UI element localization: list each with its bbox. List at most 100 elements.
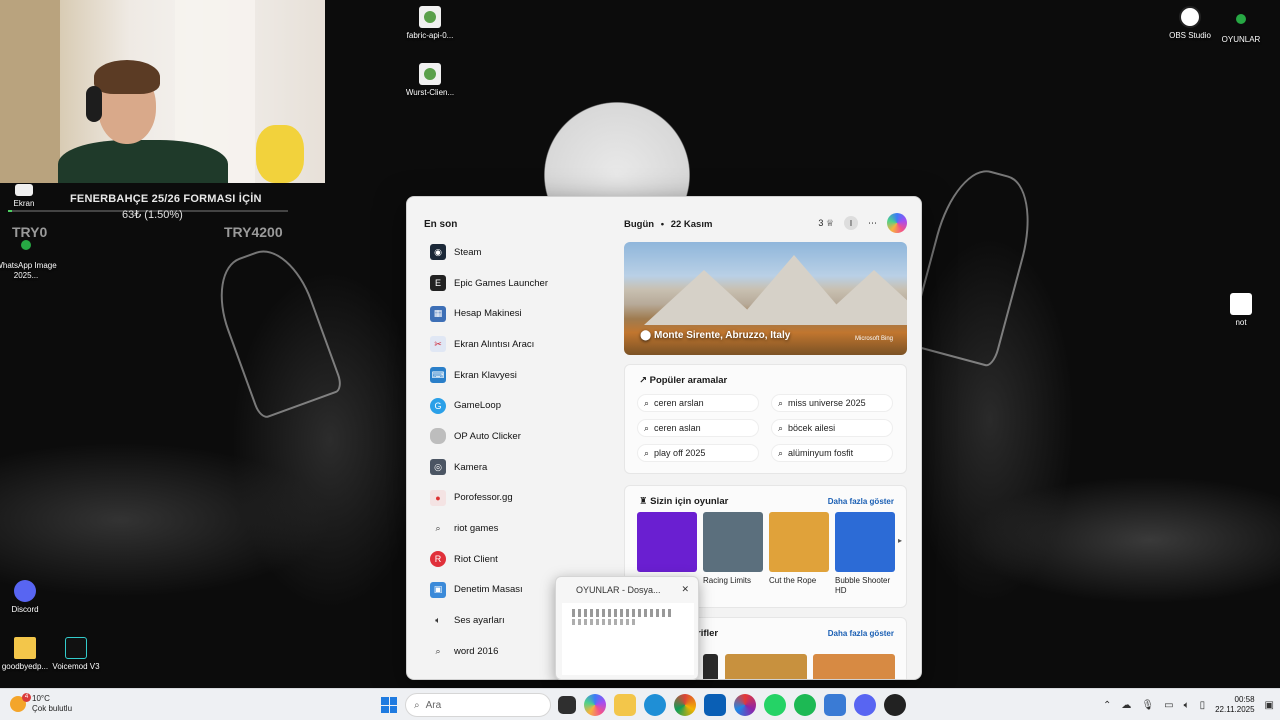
recent-app-steam[interactable]: ◉ Steam: [421, 237, 611, 268]
battery-icon[interactable]: ▯: [1200, 700, 1206, 711]
webcam-background: [0, 0, 60, 183]
recent-app-riot-client[interactable]: R Riot Client: [421, 544, 611, 575]
game-tile[interactable]: Racing Limits: [703, 512, 763, 586]
obs-icon[interactable]: [884, 694, 906, 716]
task-view-icon[interactable]: [558, 696, 576, 714]
whatsapp-icon[interactable]: [764, 694, 786, 716]
recent-app-op-auto-clicker[interactable]: OP Auto Clicker: [421, 421, 611, 452]
desktop-icon-ekran[interactable]: Ekran: [0, 184, 56, 209]
mouse-icon: [430, 428, 446, 445]
app-label: riot games: [454, 523, 499, 535]
chrome-icon[interactable]: [674, 694, 696, 716]
recent-app-camera[interactable]: ◎ Kamera: [421, 452, 611, 483]
windows-start-button[interactable]: [381, 697, 397, 713]
desktop-icon-label: Wurst-Clien...: [405, 88, 455, 97]
weather-widget[interactable]: 4 10°C Çok bulutlu: [10, 693, 72, 714]
calculator-icon: ▦: [430, 305, 446, 322]
discord-icon[interactable]: [854, 694, 876, 716]
taskbar-search-box[interactable]: ⌕ Ara: [405, 693, 551, 717]
rewards-count: 3: [818, 217, 824, 228]
recipes-more-link[interactable]: Daha fazla göster: [828, 629, 894, 638]
control-panel-icon: ▣: [430, 581, 446, 598]
bing-brand: Microsoft Bing: [855, 336, 894, 342]
game-tile[interactable]: Bubble Shooter HD: [835, 512, 895, 596]
temperature: 10°C: [32, 694, 50, 703]
donation-title: FENERBAHÇE 25/26 FORMASI İÇİN: [70, 193, 262, 205]
recent-title: En son: [424, 219, 458, 230]
popular-search-chip[interactable]: ⌕ alüminyum fosfit: [771, 444, 893, 462]
preview-content: [572, 609, 672, 617]
popular-searches-card: ↗ Popüler aramalar ⌕ ceren arslan ⌕ miss u…: [624, 364, 907, 474]
camera-icon: ◎: [430, 459, 446, 476]
popular-search-chip[interactable]: ⌕ böcek ailesi: [771, 419, 893, 437]
game-tile[interactable]: Cut the Rope: [769, 512, 829, 586]
recent-search-riot-games[interactable]: ⌕ riot games: [421, 513, 611, 544]
app-label: Porofessor.gg: [454, 492, 513, 504]
popular-search-chip[interactable]: ⌕ play off 2025: [637, 444, 759, 462]
recent-app-epic[interactable]: E Epic Games Launcher: [421, 268, 611, 299]
desktop-icon-fabric-api[interactable]: fabric-api-0...: [398, 6, 462, 41]
hero-image-card[interactable]: ⬤ Monte Sirente, Abruzzo, Italy Microsof…: [624, 242, 907, 355]
more-options-icon[interactable]: ⋯: [868, 218, 877, 229]
notification-icon[interactable]: ▣: [1265, 700, 1274, 711]
game-tile[interactable]: [637, 512, 697, 576]
games-more-link[interactable]: Daha fazla göster: [828, 497, 894, 506]
rewards-badge[interactable]: 3 ♕: [818, 218, 834, 229]
weather-icon: 4: [10, 693, 31, 712]
close-icon[interactable]: ✕: [681, 584, 689, 595]
java-icon: [419, 63, 441, 85]
recent-app-snipping[interactable]: ✂ Ekran Alıntısı Aracı: [421, 329, 611, 360]
hero-location-label: Monte Sirente, Abruzzo, Italy: [653, 330, 791, 341]
spotify-icon[interactable]: [794, 694, 816, 716]
desktop-icon-not[interactable]: not: [1209, 293, 1273, 328]
desktop-icon-whatsapp-image[interactable]: WhatsApp Image 2025...: [0, 236, 58, 281]
plush-toy: [256, 125, 304, 183]
file-explorer-icon[interactable]: [614, 694, 636, 716]
chip-label: miss universe 2025: [788, 398, 866, 408]
explorer-thumbnail-popup[interactable]: OYUNLAR - Dosya... ✕: [555, 576, 699, 680]
popular-search-chip[interactable]: ⌕ miss universe 2025: [771, 394, 893, 412]
copilot-icon[interactable]: [887, 213, 907, 233]
header-actions: 3 ♕ I ⋯: [818, 213, 907, 233]
recent-app-porofessor[interactable]: ● Porofessor.gg: [421, 483, 611, 514]
recipe-thumbnail[interactable]: [725, 654, 807, 679]
games-title: ♜ Sizin için oyunlar: [639, 496, 728, 507]
preview-content: [572, 619, 636, 625]
recent-app-calculator[interactable]: ▦ Hesap Makinesi: [421, 298, 611, 329]
today-date: 22 Kasım: [670, 219, 713, 230]
desktop-icon-oyunlar[interactable]: OYUNLAR: [1209, 10, 1273, 45]
edge-icon[interactable]: [644, 694, 666, 716]
settings-icon[interactable]: [824, 694, 846, 716]
clock[interactable]: 00:58 22.11.2025: [1215, 695, 1254, 715]
recent-app-keyboard[interactable]: ⌨ Ekran Klavyesi: [421, 360, 611, 391]
volume-icon[interactable]: 🔈︎: [1184, 700, 1190, 711]
java-icon: [419, 6, 441, 28]
recipe-thumbnail[interactable]: [703, 654, 718, 679]
microsoft-store-icon[interactable]: [704, 694, 726, 716]
desktop-icon-voicemod[interactable]: Voicemod V3: [44, 637, 108, 672]
colorful-app-icon[interactable]: [734, 694, 756, 716]
epic-icon: E: [430, 275, 446, 292]
popular-search-chip[interactable]: ⌕ ceren arslan: [637, 394, 759, 412]
app-label: Riot Client: [454, 553, 498, 565]
popular-title-label: Popüler aramalar: [649, 375, 728, 386]
chevron-up-icon[interactable]: ⌃: [1103, 700, 1111, 711]
cloud-icon[interactable]: ☁: [1121, 700, 1131, 711]
copilot-icon[interactable]: [584, 694, 606, 716]
taskbar-apps: [558, 694, 906, 716]
profile-icon[interactable]: I: [844, 216, 858, 230]
microphone-icon[interactable]: 🎙︎: [1141, 700, 1154, 711]
recipe-thumbnail[interactable]: [813, 654, 895, 679]
game-thumbnail: [769, 512, 829, 572]
desktop-icon-wurst-client[interactable]: Wurst-Clien...: [398, 63, 462, 98]
hero-location: ⬤ Monte Sirente, Abruzzo, Italy: [640, 330, 790, 341]
desktop-icon-discord[interactable]: Discord: [0, 580, 57, 615]
desktop-icon-label: Voicemod V3: [52, 662, 100, 671]
trophy-icon: ♕: [825, 217, 834, 228]
notification-badge: 4: [22, 693, 31, 702]
chevron-right-icon[interactable]: ▸: [898, 536, 902, 545]
network-icon[interactable]: ▭: [1164, 700, 1173, 711]
game-name: Racing Limits: [703, 576, 752, 585]
popular-search-chip[interactable]: ⌕ ceren aslan: [637, 419, 759, 437]
recent-app-gameloop[interactable]: G GameLoop: [421, 390, 611, 421]
